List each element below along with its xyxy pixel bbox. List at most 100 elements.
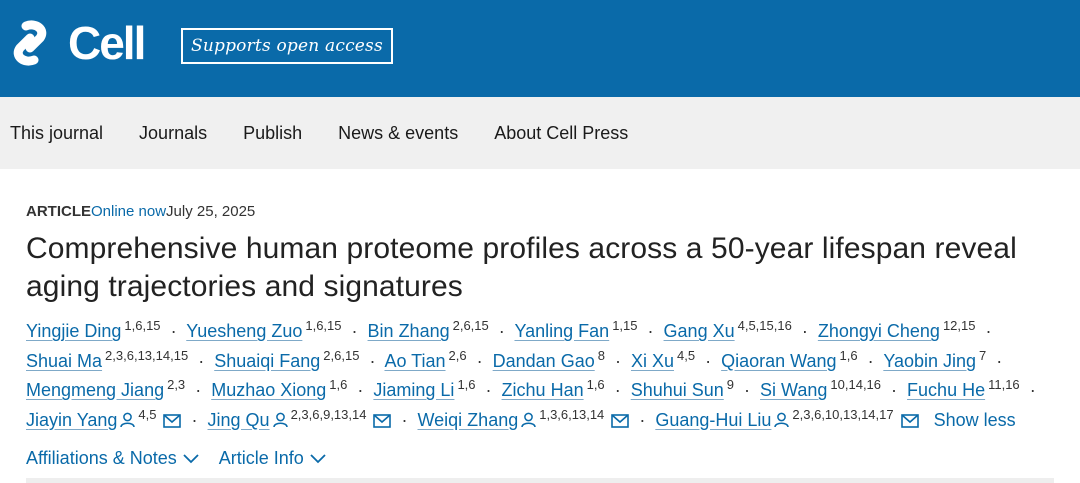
- author-name[interactable]: Jiayin Yang: [26, 410, 117, 430]
- affiliation-superscript: 9: [726, 377, 735, 392]
- author-entry: Mengmeng Jiang 2,3: [26, 378, 185, 400]
- author-name[interactable]: Yuesheng Zuo: [186, 321, 302, 341]
- affiliation-superscript: 4,5: [138, 406, 157, 422]
- author-entry: Ao Tian 2,6: [384, 347, 467, 371]
- affiliation-superscript: 1,6,15: [305, 318, 342, 333]
- author-separator: ·: [195, 380, 202, 400]
- affiliation-superscript: 1,6,15: [124, 318, 161, 333]
- author-name[interactable]: Xi Xu: [631, 351, 674, 371]
- author-name[interactable]: Si Wang: [760, 380, 827, 400]
- mail-icon[interactable]: [163, 413, 182, 428]
- article-links: Affiliations & Notes Article Info: [26, 448, 1054, 469]
- article-type: ARTICLE: [26, 203, 91, 220]
- author-separator: ·: [614, 380, 621, 400]
- author-name[interactable]: Zhongyi Cheng: [818, 321, 940, 341]
- nav-journals[interactable]: Journals: [139, 123, 207, 144]
- author-separator: ·: [1029, 380, 1036, 400]
- author-name[interactable]: Dandan Gao: [493, 351, 595, 371]
- affiliations-notes-toggle[interactable]: Affiliations & Notes: [26, 448, 199, 469]
- mail-icon[interactable]: [900, 413, 919, 428]
- open-access-badge: Supports open access: [181, 28, 393, 64]
- affiliations-notes-label: Affiliations & Notes: [26, 448, 177, 468]
- author-name[interactable]: Yaobin Jing: [883, 351, 976, 371]
- person-icon: [521, 412, 536, 427]
- author-name[interactable]: Muzhao Xiong: [211, 380, 326, 400]
- author-entry: Fuchu He 11,16: [907, 378, 1020, 400]
- author-entry: Shuaiqi Fang 2,6,15: [214, 347, 360, 371]
- person-icon: [774, 412, 790, 427]
- author-separator: ·: [705, 350, 712, 371]
- affiliation-superscript: 1,6: [586, 377, 605, 392]
- author-name[interactable]: Gang Xu: [664, 321, 735, 341]
- author-separator: ·: [198, 350, 205, 371]
- author-entry: Qiaoran Wang 1,6: [721, 349, 857, 371]
- cell-logo[interactable]: Cell: [6, 20, 146, 66]
- affiliation-superscript: 1,6: [457, 377, 476, 392]
- affiliation-superscript: 12,15: [942, 318, 976, 333]
- author-name[interactable]: Jing Qu: [208, 410, 270, 430]
- author-separator: ·: [647, 321, 654, 341]
- main-nav: This journal Journals Publish News & eve…: [0, 97, 1080, 169]
- author-name[interactable]: Shuai Ma: [26, 351, 102, 371]
- author-name[interactable]: Bin Zhang: [368, 321, 450, 341]
- author-entry: Yuesheng Zuo 1,6,15: [186, 318, 342, 341]
- article-info-toggle[interactable]: Article Info: [219, 448, 326, 469]
- author-entry: Guang-Hui Liu 2,3,6,10,13,14,17: [655, 406, 919, 430]
- affiliation-superscript: 1,15: [612, 318, 638, 333]
- affiliation-superscript: 2,3,6,9,13,14: [290, 406, 367, 422]
- affiliation-superscript: 4,5,15,16: [737, 318, 792, 333]
- author-separator: ·: [485, 380, 492, 400]
- author-name[interactable]: Guang-Hui Liu: [655, 410, 771, 430]
- mail-icon[interactable]: [373, 413, 392, 428]
- author-name[interactable]: Shuaiqi Fang: [214, 351, 320, 371]
- article-title: Comprehensive human proteome profiles ac…: [26, 232, 1017, 303]
- author-entry: Si Wang 10,14,16: [760, 377, 882, 400]
- nav-news-events[interactable]: News & events: [338, 123, 458, 144]
- cell-press-logo-icon: [13, 20, 47, 66]
- author-name[interactable]: Yanling Fan: [514, 321, 609, 341]
- author-entry: Yanling Fan 1,15: [514, 318, 638, 341]
- author-separator: ·: [891, 380, 898, 400]
- publication-status[interactable]: Online now: [91, 203, 166, 221]
- author-separator: ·: [801, 321, 808, 341]
- mail-icon[interactable]: [611, 413, 630, 428]
- author-separator: ·: [639, 409, 646, 430]
- author-name[interactable]: Mengmeng Jiang: [26, 380, 164, 400]
- author-name[interactable]: Jiaming Li: [373, 380, 454, 400]
- author-entry: Jiaming Li 1,6: [373, 377, 476, 400]
- author-separator: ·: [369, 350, 376, 371]
- author-separator: ·: [985, 321, 992, 341]
- affiliation-superscript: 1,3,6,13,14: [539, 406, 605, 422]
- author-separator: ·: [170, 321, 177, 341]
- affiliation-superscript: 7: [979, 347, 987, 363]
- nav-about-cell-press[interactable]: About Cell Press: [494, 123, 628, 144]
- affiliation-superscript: 2,3,6,10,13,14,17: [792, 406, 894, 422]
- author-name[interactable]: Ao Tian: [384, 351, 445, 371]
- author-name[interactable]: Fuchu He: [907, 380, 985, 400]
- section-divider: [26, 478, 1054, 483]
- show-less-button[interactable]: Show less: [934, 410, 1016, 430]
- author-name[interactable]: Shuhui Sun: [631, 380, 724, 400]
- author-separator: ·: [357, 380, 364, 400]
- affiliation-superscript: 2,3,6,13,14,15: [105, 347, 189, 363]
- nav-publish[interactable]: Publish: [243, 123, 302, 144]
- author-entry: Yaobin Jing 7: [883, 347, 987, 371]
- author-name[interactable]: Qiaoran Wang: [721, 351, 836, 371]
- affiliation-superscript: 10,14,16: [830, 377, 882, 392]
- affiliation-superscript: 4,5: [677, 347, 696, 363]
- author-name[interactable]: Zichu Han: [502, 380, 584, 400]
- author-name[interactable]: Yingjie Ding: [26, 321, 121, 341]
- author-entry: Gang Xu 4,5,15,16: [664, 318, 792, 341]
- affiliation-superscript: 8: [597, 347, 605, 363]
- author-entry: Muzhao Xiong 1,6: [211, 377, 348, 400]
- affiliation-superscript: 1,6: [329, 377, 348, 392]
- chevron-down-icon: [310, 453, 326, 463]
- author-name[interactable]: Weiqi Zhang: [418, 410, 519, 430]
- author-separator: ·: [498, 321, 505, 341]
- affiliation-superscript: 2,6,15: [323, 347, 360, 363]
- nav-this-journal[interactable]: This journal: [10, 123, 103, 144]
- author-separator: ·: [996, 350, 1003, 371]
- affiliation-superscript: 2,6: [448, 347, 467, 363]
- publication-date: July 25, 2025: [166, 203, 256, 220]
- author-entry: Jiayin Yang 4,5: [26, 406, 182, 430]
